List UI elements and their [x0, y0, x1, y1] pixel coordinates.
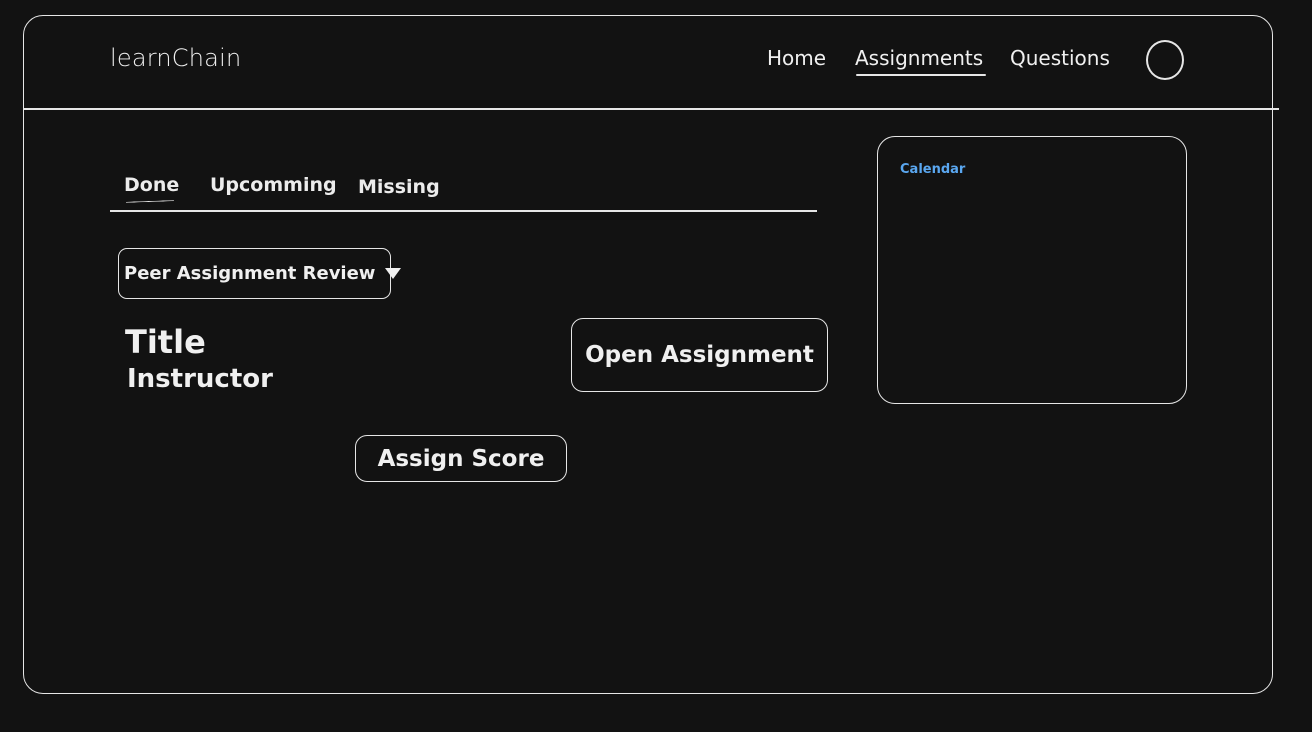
calendar-label: Calendar: [900, 162, 966, 177]
dropdown-selected-label: Peer Assignment Review: [124, 263, 376, 284]
user-avatar[interactable]: [1146, 40, 1184, 80]
nav-home-link[interactable]: Home: [767, 46, 826, 70]
nav-questions-link[interactable]: Questions: [1010, 46, 1110, 70]
assignment-title: Title: [125, 323, 206, 361]
caret-down-icon: [385, 268, 402, 279]
tab-done[interactable]: Done: [124, 174, 179, 196]
tab-upcomming[interactable]: Upcomming: [210, 174, 337, 196]
tab-missing[interactable]: Missing: [358, 176, 440, 198]
assignment-instructor: Instructor: [127, 364, 273, 394]
tabs-divider: [110, 210, 817, 212]
nav-active-underline: [856, 74, 986, 76]
assignment-type-dropdown[interactable]: Peer Assignment Review: [118, 248, 402, 299]
app-logo[interactable]: learnChain: [110, 44, 241, 72]
header-divider: [24, 108, 1279, 110]
open-assignment-button[interactable]: Open Assignment: [571, 318, 828, 392]
assign-score-button[interactable]: Assign Score: [355, 435, 567, 482]
nav-assignments-link[interactable]: Assignments: [855, 46, 983, 70]
